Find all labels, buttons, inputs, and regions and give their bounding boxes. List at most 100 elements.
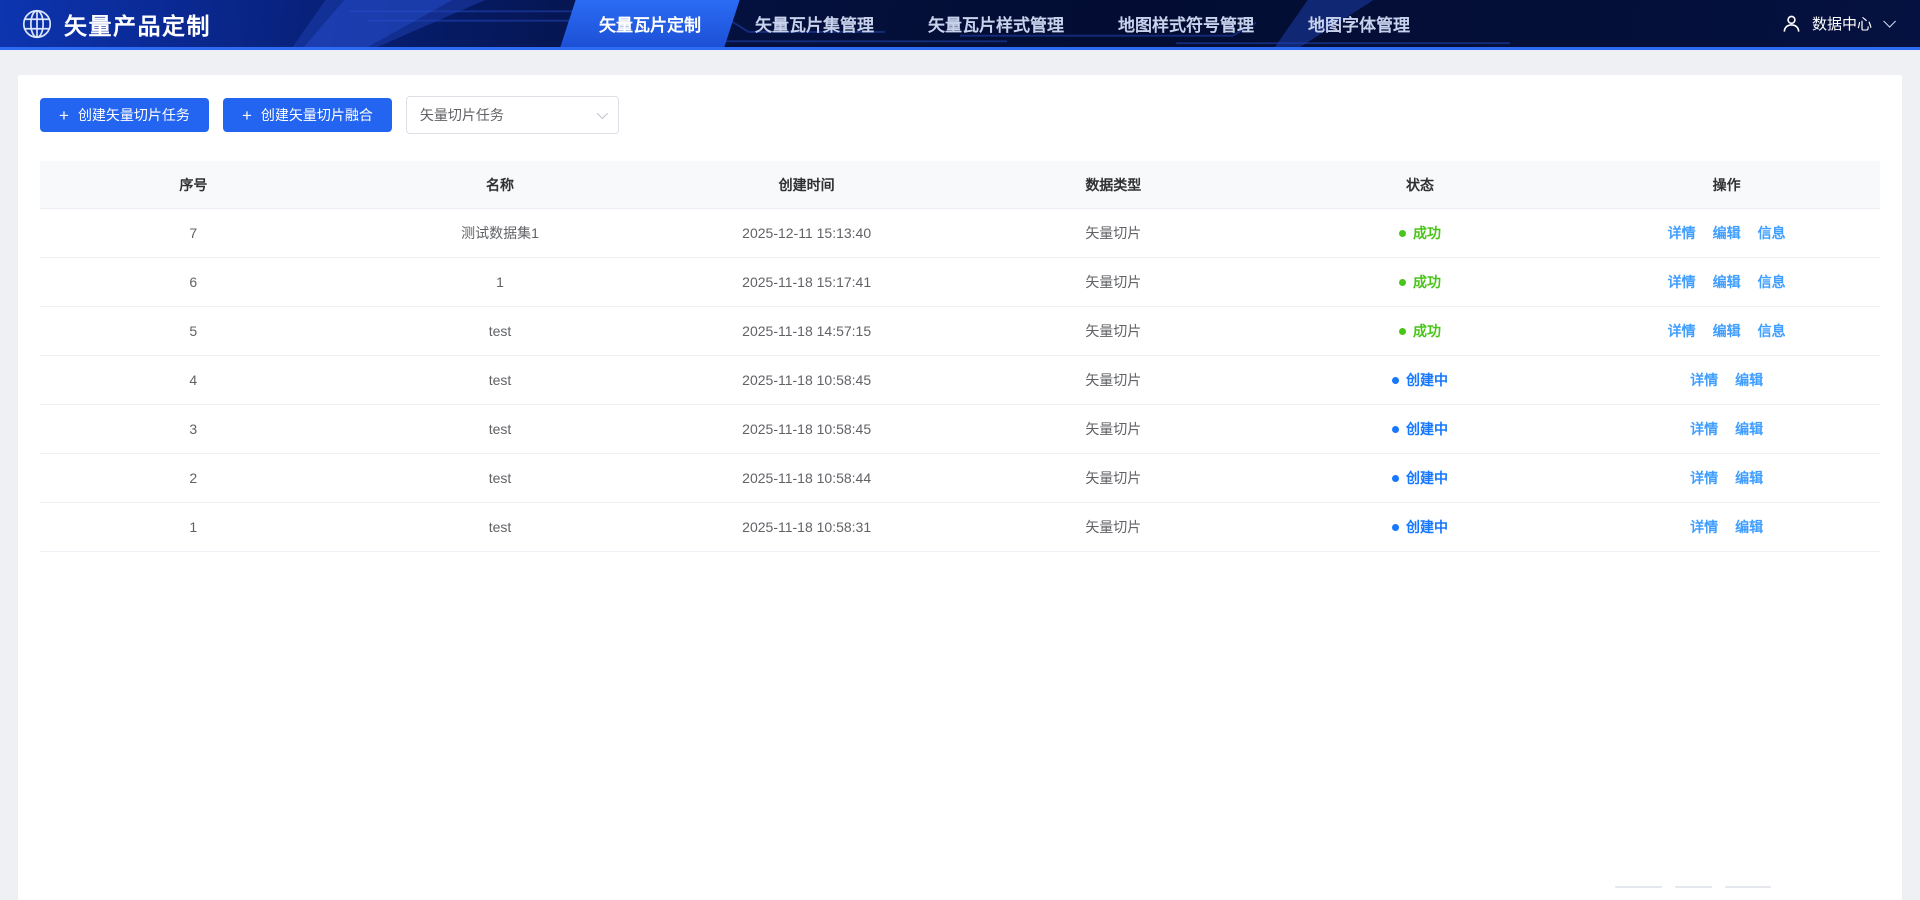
- action-edit-link[interactable]: 编辑: [1735, 370, 1763, 390]
- nav-tab-3[interactable]: 矢量瓦片样式管理: [901, 0, 1091, 47]
- cell-created-time: 2025-11-18 10:58:45: [653, 421, 960, 437]
- cell-data-type: 矢量切片: [960, 517, 1267, 537]
- cell-name: test: [347, 421, 654, 437]
- column-header: 操作: [1573, 175, 1880, 195]
- action-detail-link[interactable]: 详情: [1690, 517, 1718, 537]
- pagination-cropped[interactable]: [1615, 886, 1771, 888]
- table-header-row: 序号名称创建时间数据类型状态操作: [40, 161, 1880, 209]
- action-edit-link[interactable]: 编辑: [1713, 321, 1741, 341]
- plus-icon: +: [242, 107, 252, 124]
- action-edit-link[interactable]: 编辑: [1713, 272, 1741, 292]
- nav-tab-4[interactable]: 地图样式符号管理: [1091, 0, 1281, 47]
- cell-seq: 1: [40, 519, 347, 535]
- cell-seq: 3: [40, 421, 347, 437]
- cell-name: 1: [347, 274, 654, 290]
- column-header: 状态: [1267, 175, 1574, 195]
- action-edit-link[interactable]: 编辑: [1735, 419, 1763, 439]
- pagination-page-edge[interactable]: [1675, 886, 1712, 888]
- cell-created-time: 2025-11-18 14:57:15: [653, 323, 960, 339]
- app-title: 矢量产品定制: [64, 7, 211, 41]
- column-header: 创建时间: [653, 175, 960, 195]
- cell-name: test: [347, 519, 654, 535]
- cell-data-type: 矢量切片: [960, 321, 1267, 341]
- status-label: 创建中: [1406, 370, 1448, 390]
- pagination-next-edge[interactable]: [1725, 886, 1771, 888]
- user-icon: [1782, 14, 1801, 33]
- cell-name: 测试数据集1: [347, 223, 654, 243]
- action-detail-link[interactable]: 详情: [1668, 272, 1696, 292]
- action-detail-link[interactable]: 详情: [1690, 419, 1718, 439]
- table-row: 1test2025-11-18 10:58:31矢量切片 创建中 详情编辑: [40, 503, 1880, 552]
- status-badge: 创建中: [1392, 370, 1448, 390]
- logo: 矢量产品定制: [20, 0, 211, 47]
- action-detail-link[interactable]: 详情: [1668, 223, 1696, 243]
- row-actions: 详情编辑: [1690, 468, 1763, 488]
- row-actions: 详情编辑: [1690, 517, 1763, 537]
- row-actions: 详情编辑信息: [1668, 272, 1786, 292]
- cell-created-time: 2025-11-18 10:58:44: [653, 470, 960, 486]
- cell-status: 创建中: [1267, 517, 1574, 537]
- pagination-prev-edge[interactable]: [1615, 886, 1662, 888]
- cell-data-type: 矢量切片: [960, 468, 1267, 488]
- action-edit-link[interactable]: 编辑: [1735, 468, 1763, 488]
- action-info-link[interactable]: 信息: [1758, 272, 1786, 292]
- chevron-down-icon: [1883, 15, 1896, 28]
- cell-actions: 详情编辑: [1573, 468, 1880, 488]
- column-header: 名称: [347, 175, 654, 195]
- nav-tab-label: 地图字体管理: [1308, 11, 1410, 36]
- action-edit-link[interactable]: 编辑: [1713, 223, 1741, 243]
- status-dot-icon: [1392, 426, 1399, 433]
- toolbar: + 创建矢量切片任务 + 创建矢量切片融合 矢量切片任务: [40, 96, 1880, 134]
- action-detail-link[interactable]: 详情: [1690, 370, 1718, 390]
- cell-created-time: 2025-11-18 10:58:45: [653, 372, 960, 388]
- table-row: 612025-11-18 15:17:41矢量切片成功详情编辑信息: [40, 258, 1880, 307]
- user-menu-label: 数据中心: [1812, 13, 1872, 34]
- status-badge: 成功: [1399, 223, 1441, 243]
- plus-icon: +: [59, 107, 69, 124]
- table-row: 5test2025-11-18 14:57:15矢量切片成功详情编辑信息: [40, 307, 1880, 356]
- create-vector-tile-fusion-button[interactable]: + 创建矢量切片融合: [223, 98, 392, 132]
- cell-created-time: 2025-11-18 10:58:31: [653, 519, 960, 535]
- cell-actions: 详情编辑: [1573, 419, 1880, 439]
- cell-created-time: 2025-12-11 15:13:40: [653, 225, 960, 241]
- status-label: 创建中: [1406, 419, 1448, 439]
- nav-tab-label: 矢量瓦片集管理: [755, 11, 874, 36]
- nav-tab-2[interactable]: 矢量瓦片集管理: [728, 0, 901, 47]
- status-label: 成功: [1413, 223, 1441, 243]
- action-info-link[interactable]: 信息: [1758, 223, 1786, 243]
- action-detail-link[interactable]: 详情: [1668, 321, 1696, 341]
- status-dot-icon: [1399, 230, 1406, 237]
- cell-name: test: [347, 470, 654, 486]
- table-row: 3test2025-11-18 10:58:45矢量切片 创建中 详情编辑: [40, 405, 1880, 454]
- status-dot-icon: [1399, 328, 1406, 335]
- status-label: 创建中: [1406, 517, 1448, 537]
- action-detail-link[interactable]: 详情: [1690, 468, 1718, 488]
- nav-tab-1[interactable]: 矢量瓦片定制: [572, 0, 728, 47]
- action-info-link[interactable]: 信息: [1758, 321, 1786, 341]
- user-menu[interactable]: 数据中心: [1782, 0, 1892, 47]
- globe-logo-icon: [20, 7, 54, 41]
- cell-actions: 详情编辑信息: [1573, 272, 1880, 292]
- nav-tab-5[interactable]: 地图字体管理: [1281, 0, 1437, 47]
- status-badge: 成功: [1399, 321, 1441, 341]
- status-badge: 创建中: [1392, 468, 1448, 488]
- cell-data-type: 矢量切片: [960, 419, 1267, 439]
- cell-data-type: 矢量切片: [960, 223, 1267, 243]
- cell-actions: 详情编辑: [1573, 370, 1880, 390]
- nav-tab-label: 地图样式符号管理: [1118, 11, 1254, 36]
- cell-status: 创建中: [1267, 419, 1574, 439]
- chevron-down-icon: [597, 108, 608, 119]
- cell-status: 成功: [1267, 272, 1574, 292]
- cell-seq: 2: [40, 470, 347, 486]
- action-edit-link[interactable]: 编辑: [1735, 517, 1763, 537]
- status-dot-icon: [1392, 475, 1399, 482]
- task-type-select[interactable]: 矢量切片任务: [406, 96, 619, 134]
- cell-created-time: 2025-11-18 15:17:41: [653, 274, 960, 290]
- cell-status: 创建中: [1267, 468, 1574, 488]
- cell-data-type: 矢量切片: [960, 370, 1267, 390]
- table-body: 7测试数据集12025-12-11 15:13:40矢量切片成功详情编辑信息61…: [40, 209, 1880, 552]
- nav-tab-label: 矢量瓦片样式管理: [928, 11, 1064, 36]
- table-row: 4test2025-11-18 10:58:45矢量切片创建中详情编辑: [40, 356, 1880, 405]
- create-vector-tile-task-button[interactable]: + 创建矢量切片任务: [40, 98, 209, 132]
- row-actions: 详情编辑信息: [1668, 321, 1786, 341]
